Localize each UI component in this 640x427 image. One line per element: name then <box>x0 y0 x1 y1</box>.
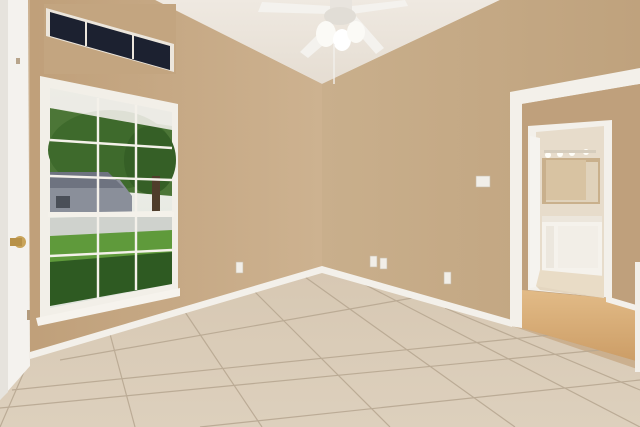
window <box>36 76 180 326</box>
light-switch <box>475 175 491 188</box>
transom-window <box>44 4 176 74</box>
closet-door <box>0 0 30 400</box>
bedroom-photo <box>0 0 640 427</box>
doorway <box>510 68 640 362</box>
